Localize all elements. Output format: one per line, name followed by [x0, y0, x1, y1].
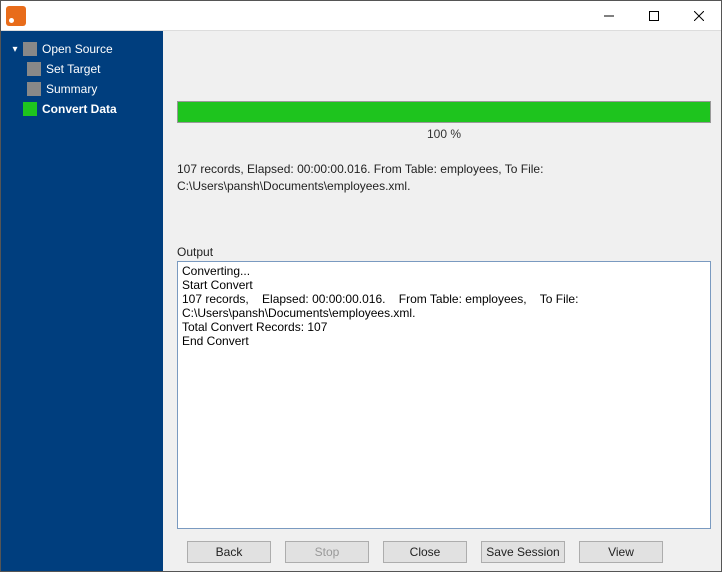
titlebar: [1, 1, 721, 31]
sidebar-item-label: Open Source: [42, 42, 113, 56]
progress-percent: 100 %: [177, 127, 711, 141]
step-marker-icon: [23, 42, 37, 56]
step-marker-icon: [23, 102, 37, 116]
sidebar-item-summary[interactable]: Summary: [27, 79, 163, 99]
wizard-sidebar: ▾ Open Source Set Target Summary Convert…: [1, 31, 163, 571]
save-session-button[interactable]: Save Session: [481, 541, 565, 563]
sidebar-item-open-source[interactable]: ▾ Open Source: [9, 39, 163, 59]
progress-bar: [177, 101, 711, 123]
minimize-button[interactable]: [586, 1, 631, 31]
view-button[interactable]: View: [579, 541, 663, 563]
app-icon: [6, 6, 26, 26]
close-button[interactable]: Close: [383, 541, 467, 563]
output-textarea[interactable]: [177, 261, 711, 529]
status-text: 107 records, Elapsed: 00:00:00.016. From…: [177, 161, 711, 195]
sidebar-item-label: Convert Data: [42, 102, 117, 116]
sidebar-item-label: Set Target: [46, 62, 100, 76]
sidebar-item-label: Summary: [46, 82, 97, 96]
stop-button: Stop: [285, 541, 369, 563]
content-pane: 100 % 107 records, Elapsed: 00:00:00.016…: [167, 31, 721, 571]
sidebar-item-convert-data[interactable]: Convert Data: [9, 99, 163, 119]
maximize-button[interactable]: [631, 1, 676, 31]
output-label: Output: [177, 245, 711, 259]
back-button[interactable]: Back: [187, 541, 271, 563]
step-marker-icon: [27, 62, 41, 76]
chevron-down-icon: ▾: [9, 44, 21, 55]
close-window-button[interactable]: [676, 1, 721, 31]
step-marker-icon: [27, 82, 41, 96]
sidebar-item-set-target[interactable]: Set Target: [27, 59, 163, 79]
